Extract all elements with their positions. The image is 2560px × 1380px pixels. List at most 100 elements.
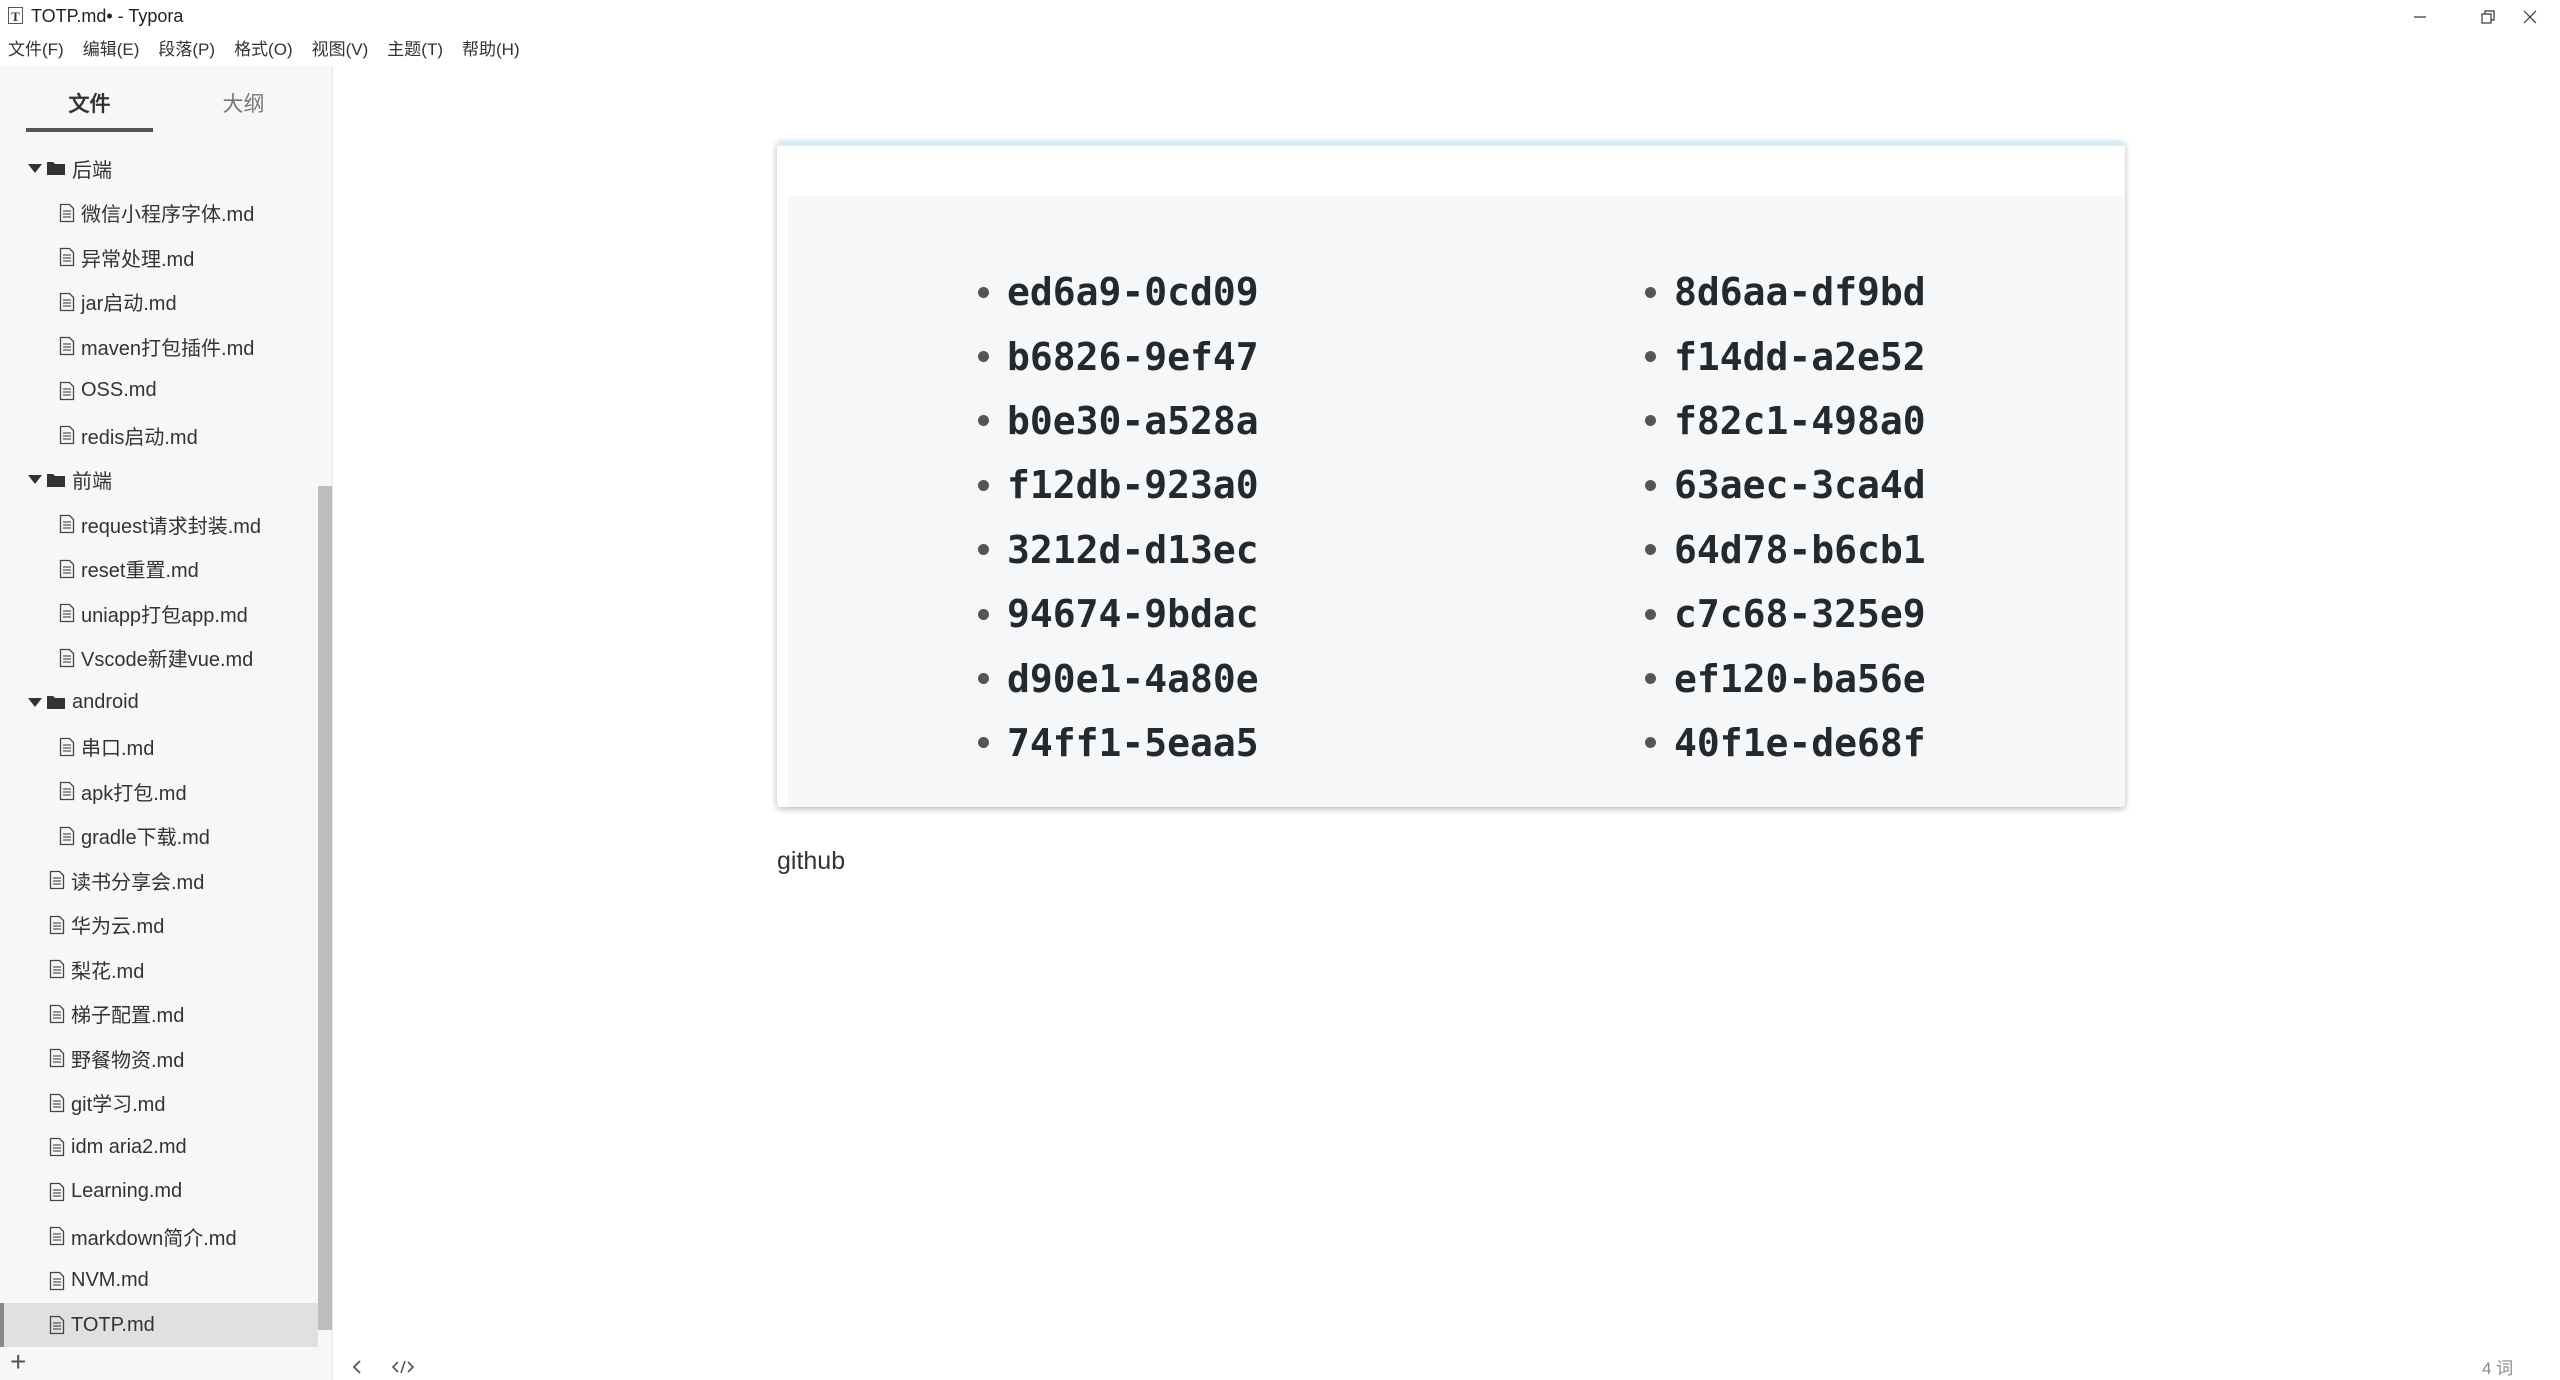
file-item[interactable]: uniapp打包app.md	[0, 591, 318, 635]
caret-down-icon[interactable]	[28, 475, 42, 484]
menu-edit[interactable]: 编辑(E)	[83, 36, 140, 64]
totp-code-item: f82c1-498a0	[1645, 389, 1926, 453]
totp-code-text: ed6a9-0cd09	[1007, 270, 1259, 315]
bullet-icon	[978, 737, 989, 749]
file-item[interactable]: Vscode新建vue.md	[0, 636, 318, 680]
file-item[interactable]: gradle下载.md	[0, 814, 318, 858]
caret-down-icon[interactable]	[28, 697, 42, 707]
file-item[interactable]: OSS.md	[0, 369, 318, 413]
totp-code-item: 8d6aa-df9bd	[1645, 260, 1926, 324]
file-icon	[49, 959, 65, 979]
file-icon	[59, 737, 75, 756]
menu-file[interactable]: 文件(F)	[8, 36, 64, 64]
bullet-icon	[978, 415, 989, 427]
file-icon	[49, 1093, 65, 1112]
totp-code-text: 8d6aa-df9bd	[1674, 270, 1926, 315]
code-list-left: ed6a9-0cd09 b6826-9ef47 b0e30-a528a f12db-9…	[978, 260, 1259, 775]
editor-pane[interactable]: ed6a9-0cd09 b6826-9ef47 b0e30-a528a f12db-9…	[333, 66, 2560, 1380]
totp-code-text: f12db-923a0	[1007, 463, 1259, 508]
minimize-button[interactable]	[2390, 0, 2450, 33]
file-icon	[49, 1226, 65, 1246]
totp-code-text: ef120-ba56e	[1674, 656, 1926, 701]
file-item[interactable]: markdown简介.md	[0, 1214, 318, 1258]
menu-help[interactable]: 帮助(H)	[462, 36, 520, 64]
file-icon	[59, 292, 75, 311]
totp-code-item: d90e1-4a80e	[978, 646, 1259, 710]
tree-item-label: idm aria2.md	[71, 1135, 187, 1158]
tree-item-label: NVM.md	[71, 1269, 149, 1291]
file-item[interactable]: 梯子配置.md	[0, 992, 318, 1036]
menu-bar: 文件(F) 编辑(E) 段落(P) 格式(O) 视图(V) 主题(T) 帮助(H…	[0, 36, 539, 64]
menu-paragraph[interactable]: 段落(P)	[158, 36, 215, 64]
menu-view[interactable]: 视图(V)	[312, 36, 369, 64]
totp-code-text: b6826-9ef47	[1007, 334, 1259, 379]
folder-item[interactable]: android	[0, 680, 318, 724]
totp-code-text: b0e30-a528a	[1007, 398, 1259, 443]
tree-item-label: git学习.md	[71, 1094, 166, 1116]
totp-code-text: 40f1e-de68f	[1674, 720, 1926, 765]
file-item[interactable]: maven打包插件.md	[0, 324, 318, 368]
active-tab-indicator	[26, 128, 153, 132]
folder-item[interactable]: 前端	[0, 458, 318, 502]
tree-item-label: uniapp打包app.md	[81, 604, 248, 627]
file-item[interactable]: 读书分享会.md	[0, 858, 318, 902]
file-icon	[49, 870, 65, 890]
tab-outline[interactable]: 大纲	[180, 88, 307, 118]
totp-code-item: f14dd-a2e52	[1645, 324, 1926, 388]
add-file-button[interactable]: +	[10, 1348, 26, 1376]
bullet-icon	[1645, 351, 1656, 363]
tree-item-label: 梯子配置.md	[71, 1005, 185, 1027]
word-count[interactable]: 4 词	[2482, 1354, 2513, 1379]
embedded-image[interactable]: ed6a9-0cd09 b6826-9ef47 b0e30-a528a f12db-9…	[777, 141, 2125, 807]
file-item[interactable]: request请求封装.md	[0, 502, 318, 546]
folder-icon	[47, 696, 65, 709]
file-item[interactable]: TOTP.md	[0, 1303, 318, 1347]
file-icon	[59, 826, 75, 845]
file-icon	[49, 1004, 65, 1023]
file-item[interactable]: reset重置.md	[0, 547, 318, 591]
tree-item-label: Learning.md	[71, 1180, 183, 1202]
toggle-sidebar-icon[interactable]	[350, 1359, 364, 1375]
file-item[interactable]: jar启动.md	[0, 280, 318, 324]
file-icon	[49, 1271, 65, 1290]
tree-item-label: maven打包插件.md	[81, 337, 255, 360]
paragraph-text[interactable]: github	[777, 847, 845, 876]
file-item[interactable]: redis启动.md	[0, 413, 318, 457]
tree-item-label: gradle下载.md	[81, 827, 210, 849]
file-item[interactable]: git学习.md	[0, 1081, 318, 1125]
sidebar: 文件 大纲 后端 微信小程序字体.md 异常处理.md jar启动.md maven打包…	[0, 66, 333, 1380]
source-code-mode-icon[interactable]	[391, 1359, 415, 1375]
file-item[interactable]: 串口.md	[0, 725, 318, 769]
file-item[interactable]: 野餐物资.md	[0, 1036, 318, 1080]
totp-code-item: 94674-9bdac	[978, 582, 1259, 646]
bullet-icon	[1645, 415, 1656, 427]
totp-code-item: b6826-9ef47	[978, 324, 1259, 388]
caret-down-icon[interactable]	[28, 163, 42, 173]
bullet-icon	[1645, 673, 1656, 685]
tree-item-label: 梨花.md	[71, 960, 145, 983]
totp-code-text: 64d78-b6cb1	[1674, 527, 1926, 572]
file-item[interactable]: NVM.md	[0, 1259, 318, 1303]
tree-item-label: apk打包.md	[81, 782, 187, 805]
menu-theme[interactable]: 主题(T)	[387, 36, 443, 64]
totp-code-text: 3212d-d13ec	[1007, 527, 1259, 572]
totp-code-text: f82c1-498a0	[1674, 398, 1926, 443]
tab-files[interactable]: 文件	[26, 88, 153, 118]
folder-icon	[47, 473, 65, 487]
folder-item[interactable]: 后端	[0, 146, 318, 190]
totp-code-text: c7c68-325e9	[1674, 592, 1926, 637]
file-item[interactable]: 微信小程序字体.md	[0, 191, 318, 235]
close-button[interactable]	[2500, 0, 2560, 33]
file-item[interactable]: 异常处理.md	[0, 235, 318, 279]
file-item[interactable]: 华为云.md	[0, 903, 318, 947]
file-item[interactable]: idm aria2.md	[0, 1125, 318, 1169]
file-item[interactable]: apk打包.md	[0, 769, 318, 813]
menu-format[interactable]: 格式(O)	[234, 36, 293, 64]
bullet-icon	[978, 608, 989, 620]
file-item[interactable]: 梨花.md	[0, 947, 318, 991]
bullet-icon	[978, 286, 989, 298]
tree-item-label: reset重置.md	[81, 560, 199, 582]
sidebar-scrollbar[interactable]	[318, 486, 332, 1330]
file-item[interactable]: Learning.md	[0, 1170, 318, 1214]
tree-item-label: 野餐物资.md	[71, 1049, 185, 1072]
